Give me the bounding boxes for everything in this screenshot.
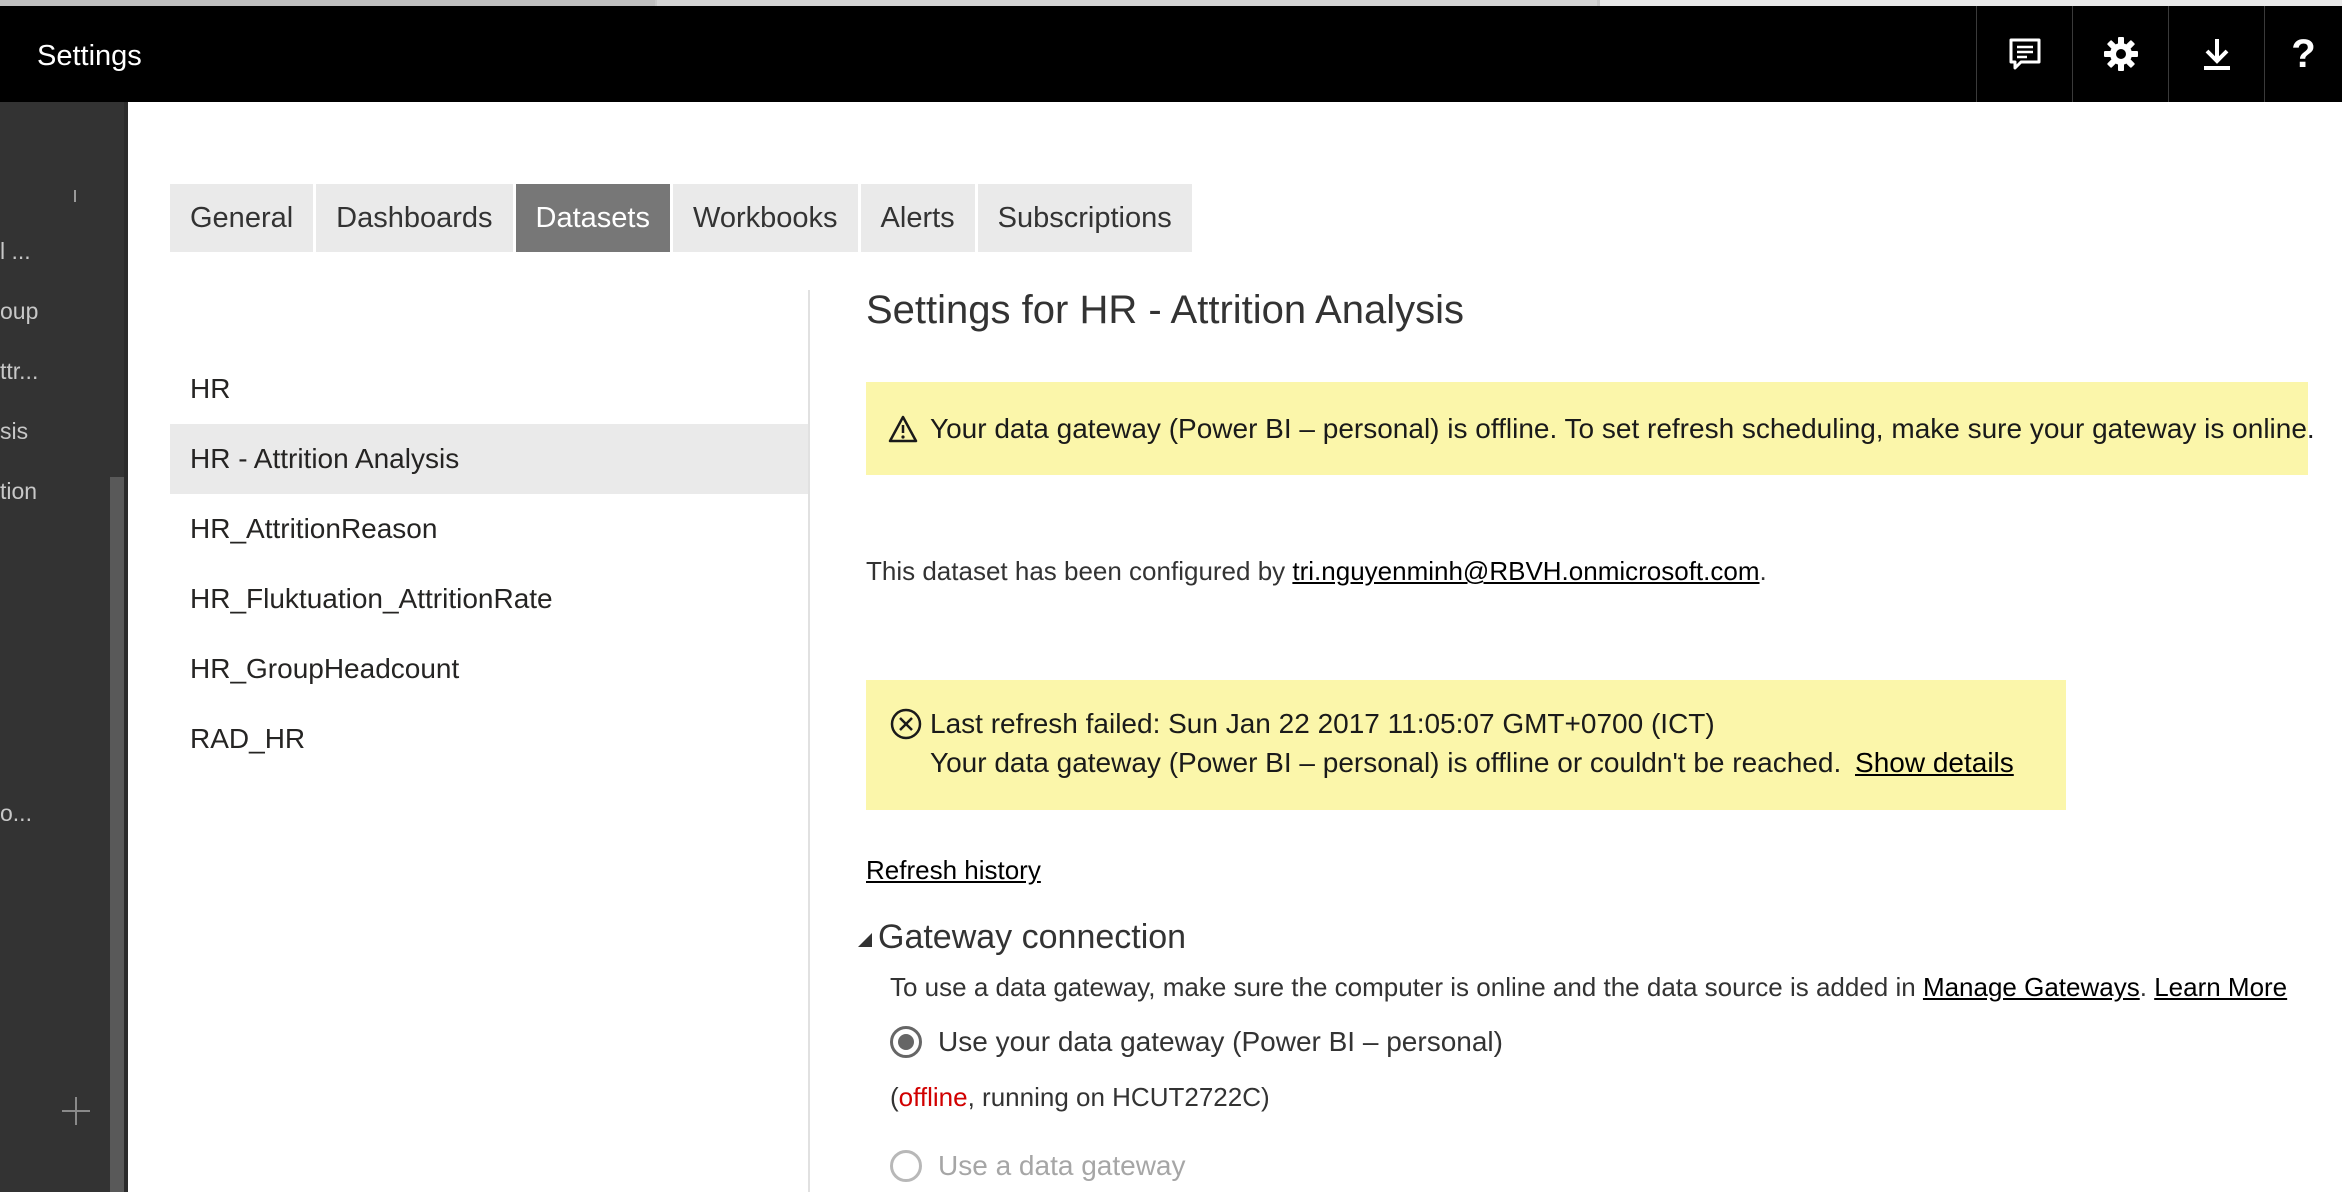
gateway-description: To use a data gateway, make sure the com… xyxy=(890,972,2287,1003)
gateway-connection-title: Gateway connection xyxy=(878,918,1187,956)
gear-icon xyxy=(2103,37,2138,71)
dataset-item-hr-attrition-analysis[interactable]: HR - Attrition Analysis xyxy=(170,424,808,494)
refresh-history-link[interactable]: Refresh history xyxy=(866,855,1041,886)
radio-personal-gateway[interactable]: Use your data gateway (Power BI – person… xyxy=(890,1026,1503,1058)
tab-datasets[interactable]: Datasets xyxy=(515,184,670,252)
nav-item[interactable]: o... xyxy=(0,800,32,827)
gateway-offline-warning: Your data gateway (Power BI – personal) … xyxy=(866,382,2315,475)
status-open-paren: ( xyxy=(890,1082,899,1112)
expand-triangle-icon xyxy=(858,932,872,947)
radio-data-gateway-label: Use a data gateway xyxy=(938,1150,1186,1181)
nav-collapse-tick[interactable] xyxy=(74,190,76,202)
dataset-settings-title: Settings for HR - Attrition Analysis xyxy=(866,288,1465,332)
configured-email-link[interactable]: tri.nguyenminh@RBVH.onmicrosoft.com xyxy=(1292,556,1759,586)
configured-suffix: . xyxy=(1759,556,1767,586)
dataset-item-hr-attritionreason[interactable]: HR_AttritionReason xyxy=(170,494,808,564)
help-button[interactable]: ? xyxy=(2264,6,2342,102)
app-header: Settings ? xyxy=(0,6,2342,102)
add-icon[interactable] xyxy=(60,1095,92,1127)
nav-item[interactable]: tion xyxy=(0,478,37,505)
refresh-reason-text: Your data gateway (Power BI – personal) … xyxy=(930,747,1842,778)
download-button[interactable] xyxy=(2168,6,2264,102)
radio-button-unchecked[interactable] xyxy=(890,1150,922,1182)
nav-item[interactable]: ttr... xyxy=(0,358,38,385)
left-navigation: l ... oup ttr... sis tion o... xyxy=(0,102,128,1192)
settings-button[interactable] xyxy=(2072,6,2168,102)
feedback-icon xyxy=(2009,38,2040,70)
nav-item[interactable]: oup xyxy=(0,298,38,325)
dataset-item-hr-fluktuation-attritionrate[interactable]: HR_Fluktuation_AttritionRate xyxy=(170,564,808,634)
configured-prefix: This dataset has been configured by xyxy=(866,556,1293,586)
show-details-link[interactable]: Show details xyxy=(1855,747,2014,778)
gateway-status: (offline, running on HCUT2722C) xyxy=(890,1082,1270,1113)
feedback-button[interactable] xyxy=(1976,6,2072,102)
gateway-desc-text: To use a data gateway, make sure the com… xyxy=(890,972,1923,1002)
radio-button-checked[interactable] xyxy=(890,1026,922,1058)
nav-edge xyxy=(124,102,128,1192)
radio-personal-label: Use your data gateway (Power BI – person… xyxy=(938,1026,1503,1057)
gateway-desc-separator: . xyxy=(2139,972,2155,1002)
error-circle-icon xyxy=(890,708,922,740)
learn-more-link[interactable]: Learn More xyxy=(2154,972,2287,1002)
configured-by-text: This dataset has been configured by tri.… xyxy=(866,556,1767,587)
help-icon: ? xyxy=(2291,31,2316,76)
nav-item[interactable]: l ... xyxy=(0,238,31,265)
dataset-item-hr[interactable]: HR xyxy=(170,354,808,424)
dataset-item-rad-hr[interactable]: RAD_HR xyxy=(170,704,808,774)
scrollbar[interactable] xyxy=(110,477,124,1192)
download-icon xyxy=(2203,39,2230,70)
warning-text: Your data gateway (Power BI – personal) … xyxy=(930,412,2315,444)
radio-data-gateway[interactable]: Use a data gateway xyxy=(890,1150,1186,1182)
tab-workbooks[interactable]: Workbooks xyxy=(673,184,858,252)
dataset-item-hr-groupheadcount[interactable]: HR_GroupHeadcount xyxy=(170,634,808,704)
page-title-header: Settings xyxy=(37,40,142,72)
nav-item[interactable]: sis xyxy=(0,418,28,445)
status-running-text: , running on HCUT2722C) xyxy=(967,1082,1270,1112)
manage-gateways-link[interactable]: Manage Gateways xyxy=(1923,972,2140,1002)
settings-tabs: General Dashboards Datasets Workbooks Al… xyxy=(170,184,1195,252)
refresh-failed-warning: Last refresh failed: Sun Jan 22 2017 11:… xyxy=(866,680,2066,810)
tab-alerts[interactable]: Alerts xyxy=(860,184,975,252)
tab-general[interactable]: General xyxy=(170,184,314,252)
dataset-list: HR HR - Attrition Analysis HR_AttritionR… xyxy=(170,354,808,774)
panel-divider xyxy=(808,290,810,1192)
warning-icon xyxy=(888,415,918,442)
refresh-failed-text: Last refresh failed: Sun Jan 22 2017 11:… xyxy=(930,708,1715,739)
offline-status: offline xyxy=(898,1082,968,1112)
gateway-connection-section-toggle[interactable]: Gateway connection xyxy=(858,918,1186,957)
refresh-reason-line: Your data gateway (Power BI – personal) … xyxy=(930,747,2014,779)
tab-subscriptions[interactable]: Subscriptions xyxy=(977,184,1192,252)
tab-dashboards[interactable]: Dashboards xyxy=(316,184,513,252)
